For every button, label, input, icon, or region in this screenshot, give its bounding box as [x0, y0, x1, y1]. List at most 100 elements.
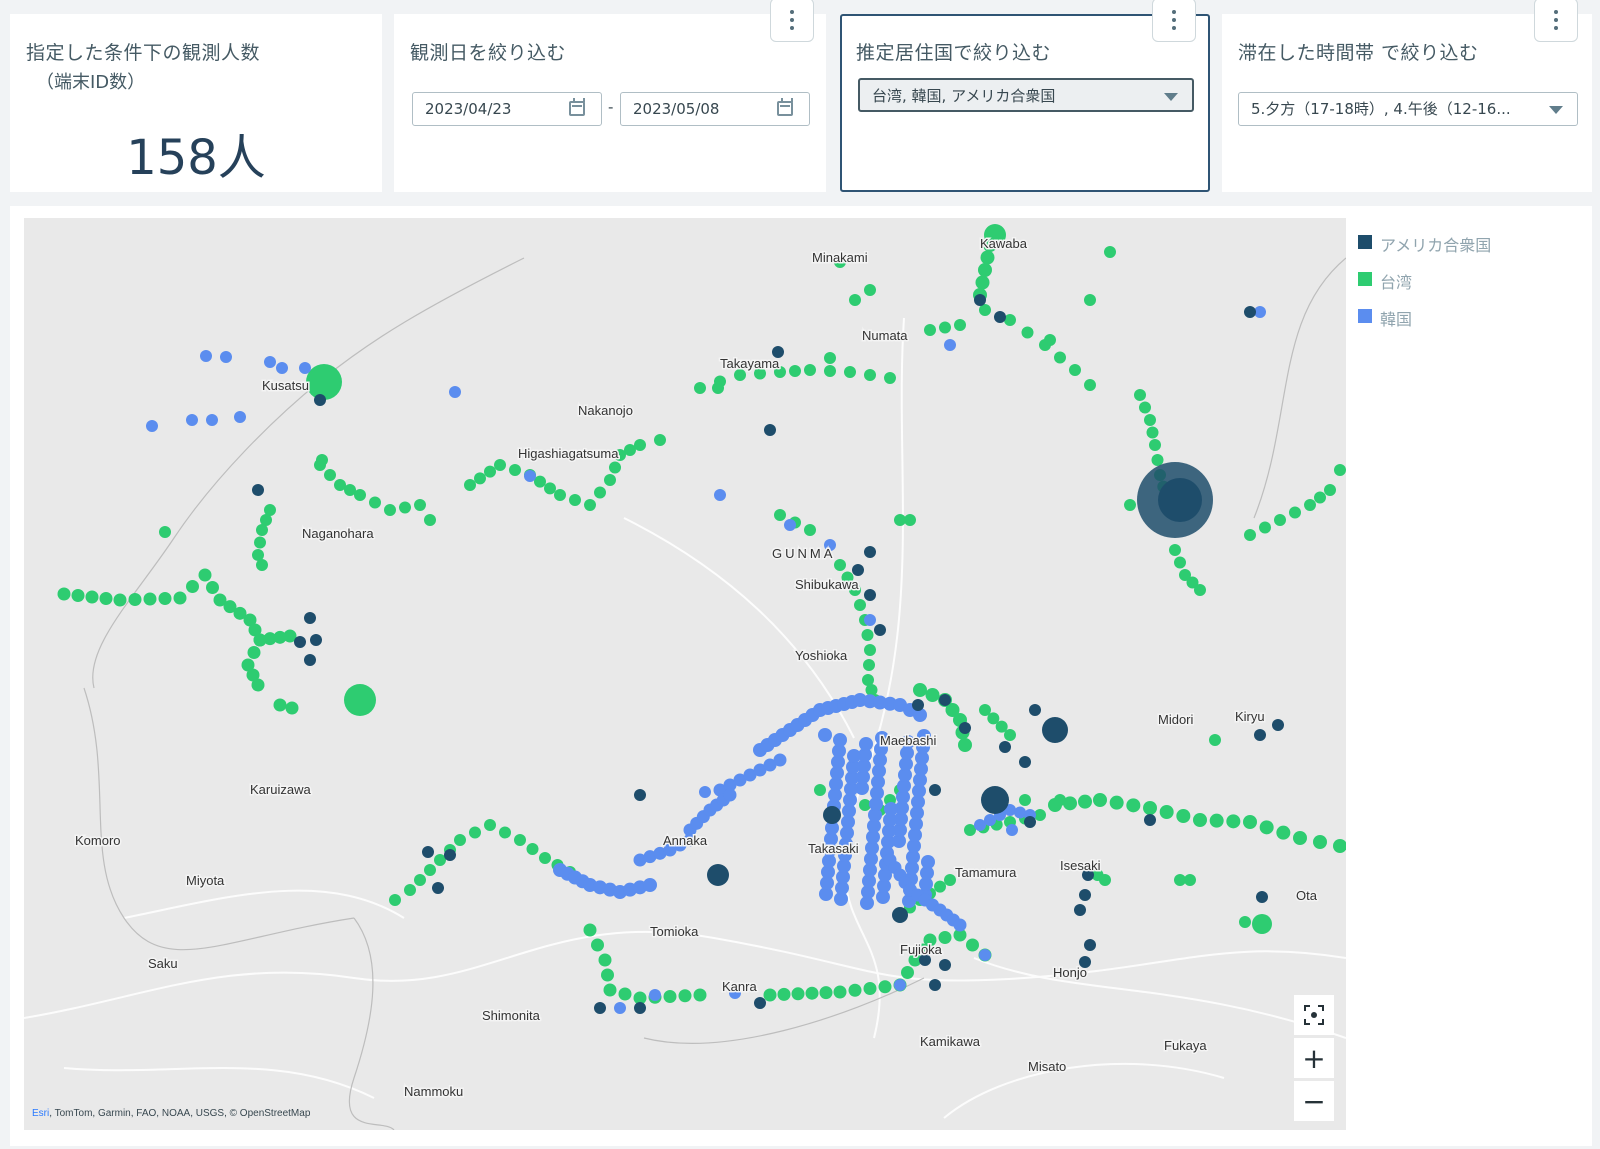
- map-point[interactable]: [814, 784, 826, 796]
- map-point[interactable]: [1193, 813, 1207, 827]
- map-point[interactable]: [422, 846, 434, 858]
- map-point[interactable]: [369, 496, 381, 509]
- map-point[interactable]: [699, 786, 711, 798]
- map-point[interactable]: [723, 788, 737, 802]
- map-point[interactable]: [1029, 704, 1041, 716]
- map-point[interactable]: [584, 499, 596, 511]
- map-point[interactable]: [654, 434, 666, 446]
- map-point[interactable]: [847, 749, 861, 763]
- map-point[interactable]: [354, 489, 366, 501]
- map-point[interactable]: [264, 356, 276, 368]
- map-point[interactable]: [554, 489, 566, 501]
- map-point[interactable]: [539, 852, 551, 864]
- map-point[interactable]: [981, 786, 1009, 814]
- map-point[interactable]: [344, 684, 376, 716]
- start-date-input[interactable]: 2023/04/23: [412, 92, 602, 126]
- map-point[interactable]: [234, 411, 246, 423]
- card-menu-button[interactable]: [1534, 0, 1578, 42]
- map-point[interactable]: [432, 882, 444, 894]
- map-point[interactable]: [71, 589, 85, 602]
- map-point[interactable]: [939, 321, 951, 334]
- map-point[interactable]: [1244, 529, 1256, 541]
- map-point[interactable]: [864, 369, 876, 381]
- map-point[interactable]: [1244, 306, 1256, 318]
- map-point[interactable]: [1054, 794, 1066, 806]
- map-point[interactable]: [524, 470, 536, 482]
- map-point[interactable]: [924, 324, 936, 336]
- map-point[interactable]: [1259, 820, 1274, 835]
- map-point[interactable]: [414, 499, 426, 511]
- map-point[interactable]: [789, 365, 801, 377]
- map-point[interactable]: [1209, 813, 1224, 828]
- map-point[interactable]: [1324, 484, 1336, 496]
- map-point[interactable]: [974, 294, 986, 306]
- map-point[interactable]: [934, 880, 946, 893]
- map-point[interactable]: [939, 694, 951, 706]
- map-point[interactable]: [833, 985, 847, 999]
- map-point[interactable]: [1099, 874, 1111, 886]
- map-point[interactable]: [1084, 294, 1096, 306]
- map-point[interactable]: [852, 564, 864, 576]
- map-point[interactable]: [912, 699, 924, 711]
- map-point[interactable]: [1044, 334, 1056, 346]
- map-point[interactable]: [276, 362, 288, 374]
- map-point[interactable]: [848, 983, 862, 997]
- map-point[interactable]: [173, 591, 187, 605]
- map-point[interactable]: [1184, 874, 1196, 886]
- map-point[interactable]: [1256, 891, 1268, 903]
- map-point[interactable]: [603, 983, 617, 997]
- map-point[interactable]: [634, 439, 646, 451]
- map-point[interactable]: [1274, 514, 1286, 526]
- card-menu-button[interactable]: [1152, 0, 1196, 42]
- map-point[interactable]: [864, 589, 876, 601]
- map-point[interactable]: [1254, 729, 1266, 741]
- map-point[interactable]: [247, 646, 261, 659]
- end-date-input[interactable]: 2023/05/08: [620, 92, 810, 126]
- map-point[interactable]: [884, 802, 898, 816]
- map-point[interactable]: [399, 501, 411, 514]
- map-point[interactable]: [57, 587, 71, 601]
- map-point[interactable]: [1139, 401, 1151, 414]
- map-point[interactable]: [1074, 904, 1086, 916]
- map-point[interactable]: [754, 997, 766, 1009]
- map-point[interactable]: [251, 678, 265, 692]
- map-point[interactable]: [285, 701, 299, 715]
- map-point[interactable]: [484, 465, 496, 478]
- map-point[interactable]: [818, 728, 832, 742]
- map-point[interactable]: [1143, 801, 1157, 815]
- map-point[interactable]: [484, 819, 496, 831]
- map-point[interactable]: [469, 826, 481, 839]
- map-point[interactable]: [663, 990, 677, 1003]
- map-point[interactable]: [784, 519, 796, 531]
- map-point[interactable]: [1042, 717, 1068, 743]
- map-point[interactable]: [1084, 939, 1096, 951]
- map-point[interactable]: [1144, 414, 1156, 426]
- map-point[interactable]: [994, 311, 1006, 323]
- map-point[interactable]: [598, 953, 612, 967]
- map-point[interactable]: [939, 959, 951, 971]
- map-point[interactable]: [314, 394, 326, 406]
- map-point[interactable]: [791, 987, 805, 1001]
- map-point[interactable]: [863, 982, 877, 995]
- map-point[interactable]: [980, 250, 995, 265]
- map-point[interactable]: [854, 599, 866, 611]
- map-point[interactable]: [1289, 506, 1301, 519]
- map-point[interactable]: [220, 351, 232, 363]
- map-point[interactable]: [128, 593, 142, 606]
- map-point[interactable]: [714, 489, 726, 501]
- map-point[interactable]: [634, 789, 646, 801]
- zoom-out-button[interactable]: −: [1294, 1081, 1334, 1121]
- map-point[interactable]: [254, 536, 266, 549]
- map-point[interactable]: [824, 352, 836, 364]
- map-point[interactable]: [252, 484, 264, 496]
- map-point[interactable]: [1174, 556, 1186, 569]
- map-point[interactable]: [1134, 389, 1146, 401]
- calendar-icon[interactable]: [569, 98, 585, 116]
- map-point[interactable]: [299, 362, 311, 374]
- map-point[interactable]: [454, 834, 466, 846]
- map-point[interactable]: [861, 629, 874, 641]
- map-point[interactable]: [310, 634, 322, 646]
- map-point[interactable]: [834, 559, 846, 571]
- map-point[interactable]: [414, 874, 426, 886]
- map-point[interactable]: [694, 382, 706, 394]
